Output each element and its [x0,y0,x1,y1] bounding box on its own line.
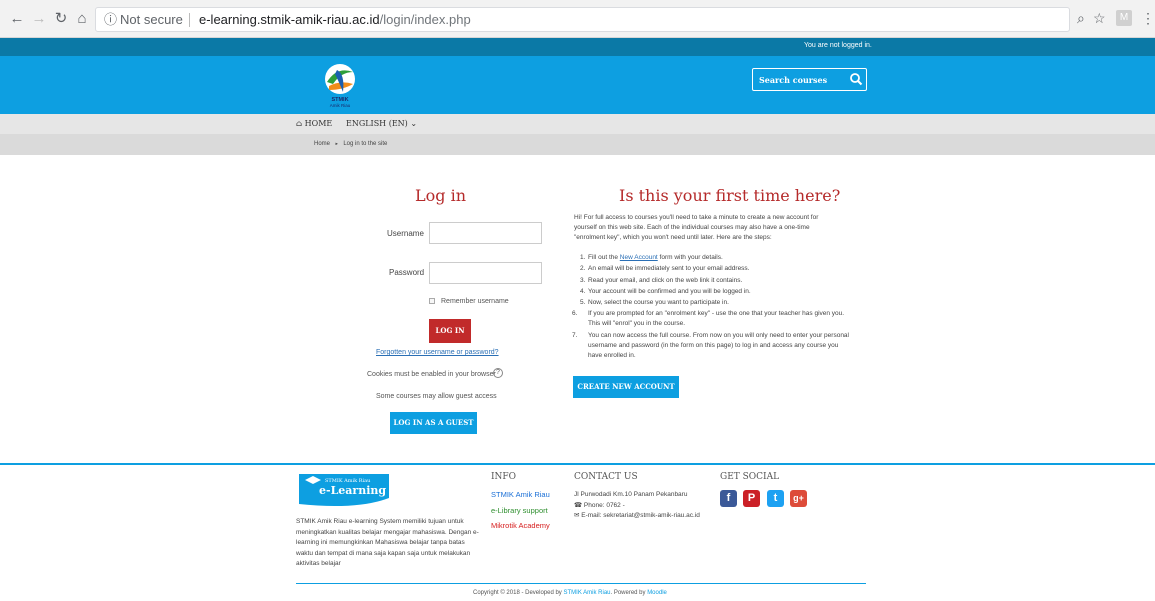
user-status-bar: You are not logged in. [0,38,1155,56]
username-input[interactable] [429,222,542,244]
info-heading: INFO [491,472,517,482]
facebook-icon[interactable]: f [720,490,737,507]
guest-login-button[interactable]: LOG IN AS A GUEST [390,412,477,434]
twitter-icon[interactable]: t [767,490,784,507]
contact-email: ✉ E-mail: sekretariat@stmik-amik-riau.ac… [574,512,700,519]
social-heading: GET SOCIAL [720,472,780,482]
username-label: Username [387,229,424,238]
search-courses-box[interactable]: Search courses [752,68,867,91]
info-link-stmik[interactable]: STMIK Amik Riau [491,490,550,499]
info-link-mikrotik[interactable]: Mikrotik Academy [491,521,550,530]
footer-description: STMIK Amik Riau e-learning System memili… [296,518,479,567]
forward-icon[interactable]: → [30,10,48,28]
step-item: 6. If you are prompted for an "enrolment … [572,310,845,328]
new-account-link[interactable]: New Account [620,254,658,261]
info-icon[interactable]: ⓘ [104,8,117,31]
forgot-password-link[interactable]: Forgotten your username or password? [376,349,499,356]
step-item: 7. You can now access the full course. Fr… [572,331,849,359]
breadcrumb-current: Log in to the site [343,141,388,147]
language-dropdown[interactable]: ENGLISH (EN) ⌄ [346,119,417,128]
breadcrumb-home[interactable]: Home [314,141,330,147]
google-plus-icon[interactable]: g+ [790,490,807,507]
first-time-intro: Hi! For full access to courses you'll ne… [574,214,819,241]
chevron-down-icon: ⌄ [410,119,418,128]
breadcrumb: Home ► Log in to the site [314,141,388,147]
home-icon[interactable]: ⌂ [73,10,91,28]
svg-text:Amik Riau: Amik Riau [330,103,351,108]
nav-home[interactable]: ⌂ HOME [296,119,332,128]
pinterest-icon[interactable]: P [743,490,760,507]
contact-heading: CONTACT US [574,472,638,482]
guest-access-note: Some courses may allow guest access [376,393,497,400]
create-account-button[interactable]: CREATE NEW ACCOUNT [573,376,679,398]
stmik-link[interactable]: STMIK Amik Riau [563,590,610,596]
zoom-icon[interactable]: ⌕ [1077,10,1085,27]
step-item: 4. Your account will be confirmed and you… [580,287,751,295]
menu-dots-icon[interactable]: ⋮ [1141,10,1155,27]
extension-icon[interactable]: M [1116,10,1132,26]
reload-icon[interactable]: ↻ [52,10,70,28]
search-input[interactable]: Search courses [759,75,827,85]
stmik-logo[interactable]: STMIK Amik Riau [315,60,365,110]
copyright-text: Copyright © 2018 - Developed by STMIK Am… [473,590,667,596]
login-title: Log in [415,186,467,205]
remember-username-checkbox[interactable] [429,298,435,304]
svg-text:e-Learning: e-Learning [319,484,386,497]
address-divider [189,13,190,27]
home-nav-icon: ⌂ [296,119,303,128]
step-item: 1. Fill out the New Account form with you… [580,254,723,261]
elearning-logo[interactable]: STMIK Amik Riau e-Learning [297,470,391,510]
bookmark-star-icon[interactable]: ☆ [1093,10,1106,27]
contact-address: Jl Purwodadi Km.10 Panam Pekanbaru [574,491,688,498]
address-bar[interactable]: ⓘ Not secure e-learning.stmik-amik-riau.… [95,7,1070,32]
step-item: 5. Now, select the course you want to par… [580,299,729,307]
site-header: STMIK Amik Riau Search courses [0,56,1155,114]
browser-toolbar: ← → ↻ ⌂ ⓘ Not secure e-learning.stmik-am… [0,0,1155,38]
cookies-note: Cookies must be enabled in your browser [367,371,496,378]
breadcrumb-bar: Home ► Log in to the site [0,134,1155,155]
footer-divider [0,463,1155,465]
search-icon[interactable] [849,72,863,86]
signup-steps: 1. Fill out the New Account form with you… [572,253,852,362]
step-item: 3. Read your email, and click on the web … [580,276,743,284]
back-icon[interactable]: ← [8,10,26,28]
remember-username-label: Remember username [441,298,509,305]
password-label: Password [389,268,425,277]
copyright-divider [296,583,866,584]
step-item: 2. An email will be immediately sent to y… [580,265,750,273]
main-nav: ⌂ HOME ENGLISH (EN) ⌄ [0,114,1155,134]
info-link-elibrary[interactable]: e-Library support [491,506,548,515]
url-text: e-learning.stmik-amik-riau.ac.id/login/i… [199,12,471,27]
moodle-link[interactable]: Moodle [647,590,667,596]
security-label: Not secure [120,12,183,27]
first-time-title: Is this your first time here? [619,186,841,205]
mail-icon: ✉ [574,512,580,519]
help-icon[interactable]: ? [493,368,503,378]
contact-info: Jl Purwodadi Km.10 Panam Pekanbaru ☎ Pho… [574,490,704,522]
password-input[interactable] [429,262,542,284]
phone-icon: ☎ [574,501,583,509]
login-status-text: You are not logged in. [804,42,872,49]
contact-phone: ☎ Phone: 0762 - [574,501,625,509]
login-button[interactable]: LOG IN [429,319,471,343]
